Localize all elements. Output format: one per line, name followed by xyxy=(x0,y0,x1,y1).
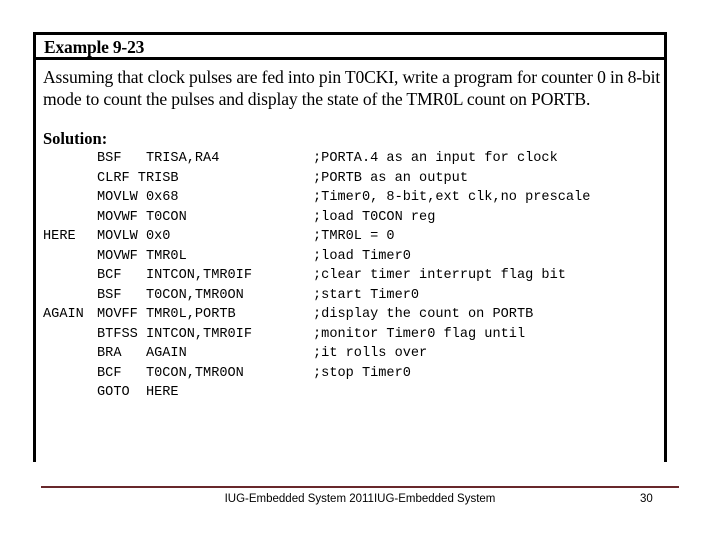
example-box: Example 9-23 Assuming that clock pulses … xyxy=(33,32,667,462)
code-instruction: MOVFF TMR0L,PORTB xyxy=(97,307,236,322)
code-instruction: BRA AGAIN xyxy=(97,346,187,361)
footer-divider xyxy=(41,486,679,488)
code-instruction: MOVWF T0CON xyxy=(97,209,187,225)
code-instruction: BSF TRISA,RA4 xyxy=(97,151,220,166)
code-line: BSF TRISA,RA4 ;PORTA.4 as an input for cl… xyxy=(43,149,663,169)
code-comment: ;TMR0L = 0 xyxy=(313,229,395,244)
code-line: MOVWF TMR0L ;load Timer0 xyxy=(43,247,663,267)
code-instruction: BTFSS INTCON,TMR0IF xyxy=(97,326,252,342)
code-line: BCF INTCON,TMR0IF ;clear timer interrupt … xyxy=(43,266,663,286)
slide-canvas: Example 9-23 Assuming that clock pulses … xyxy=(0,0,720,540)
example-title-bar: Example 9-23 xyxy=(33,32,667,60)
code-comment: ;load T0CON reg xyxy=(313,209,436,225)
code-instruction: BCF T0CON,TMR0ON xyxy=(97,365,244,381)
code-comment: ;clear timer interrupt flag bit xyxy=(313,268,566,283)
footer-text: IUG-Embedded System 2011IUG-Embedded Sys… xyxy=(224,493,496,505)
code-line: BCF T0CON,TMR0ON ;stop Timer0 xyxy=(43,364,663,384)
code-comment: ;display the count on PORTB xyxy=(313,307,534,322)
code-line: MOVLW 0x68 ;Timer0, 8-bit,ext clk,no pres… xyxy=(43,188,663,208)
code-line: AGAIN MOVFF TMR0L,PORTB ;display the count… xyxy=(43,305,663,325)
code-line: HERE MOVLW 0x0 ;TMR0L = 0 xyxy=(43,227,663,247)
code-line: BTFSS INTCON,TMR0IF ;monitor Timer0 flag … xyxy=(43,325,663,345)
code-comment: ;start Timer0 xyxy=(313,287,420,303)
code-instruction: MOVWF TMR0L xyxy=(97,248,187,264)
example-title: Example 9-23 xyxy=(44,37,145,57)
code-line: BSF T0CON,TMR0ON ;start Timer0 xyxy=(43,286,663,306)
code-instruction: MOVLW 0x68 xyxy=(97,190,179,205)
code-line: CLRF TRISB ;PORTB as an output xyxy=(43,169,663,189)
code-comment: ;PORTA.4 as an input for clock xyxy=(313,151,558,166)
code-listing: BSF TRISA,RA4 ;PORTA.4 as an input for cl… xyxy=(43,149,663,403)
code-line: BRA AGAIN ;it rolls over xyxy=(43,344,663,364)
code-instruction: BSF T0CON,TMR0ON xyxy=(97,287,244,303)
code-instruction: GOTO HERE xyxy=(97,385,179,400)
code-instruction: MOVLW 0x0 xyxy=(97,229,171,244)
code-comment: ;monitor Timer0 flag until xyxy=(313,326,526,342)
code-label: HERE xyxy=(43,229,76,244)
code-comment: ;stop Timer0 xyxy=(313,365,411,381)
code-comment: ;Timer0, 8-bit,ext clk,no prescale xyxy=(313,190,591,205)
solution-heading: Solution: xyxy=(43,129,108,148)
code-line: MOVWF T0CON ;load T0CON reg xyxy=(43,208,663,228)
code-instruction: BCF INTCON,TMR0IF xyxy=(97,268,252,283)
code-comment: ;it rolls over xyxy=(313,346,428,361)
code-comment: ;PORTB as an output xyxy=(313,170,468,186)
footer-page-number: 30 xyxy=(640,493,653,505)
code-comment: ;load Timer0 xyxy=(313,248,411,264)
code-label: AGAIN xyxy=(43,307,84,322)
code-line: GOTO HERE xyxy=(43,383,663,403)
problem-statement: Assuming that clock pulses are fed into … xyxy=(43,67,661,109)
code-instruction: CLRF TRISB xyxy=(97,170,179,186)
